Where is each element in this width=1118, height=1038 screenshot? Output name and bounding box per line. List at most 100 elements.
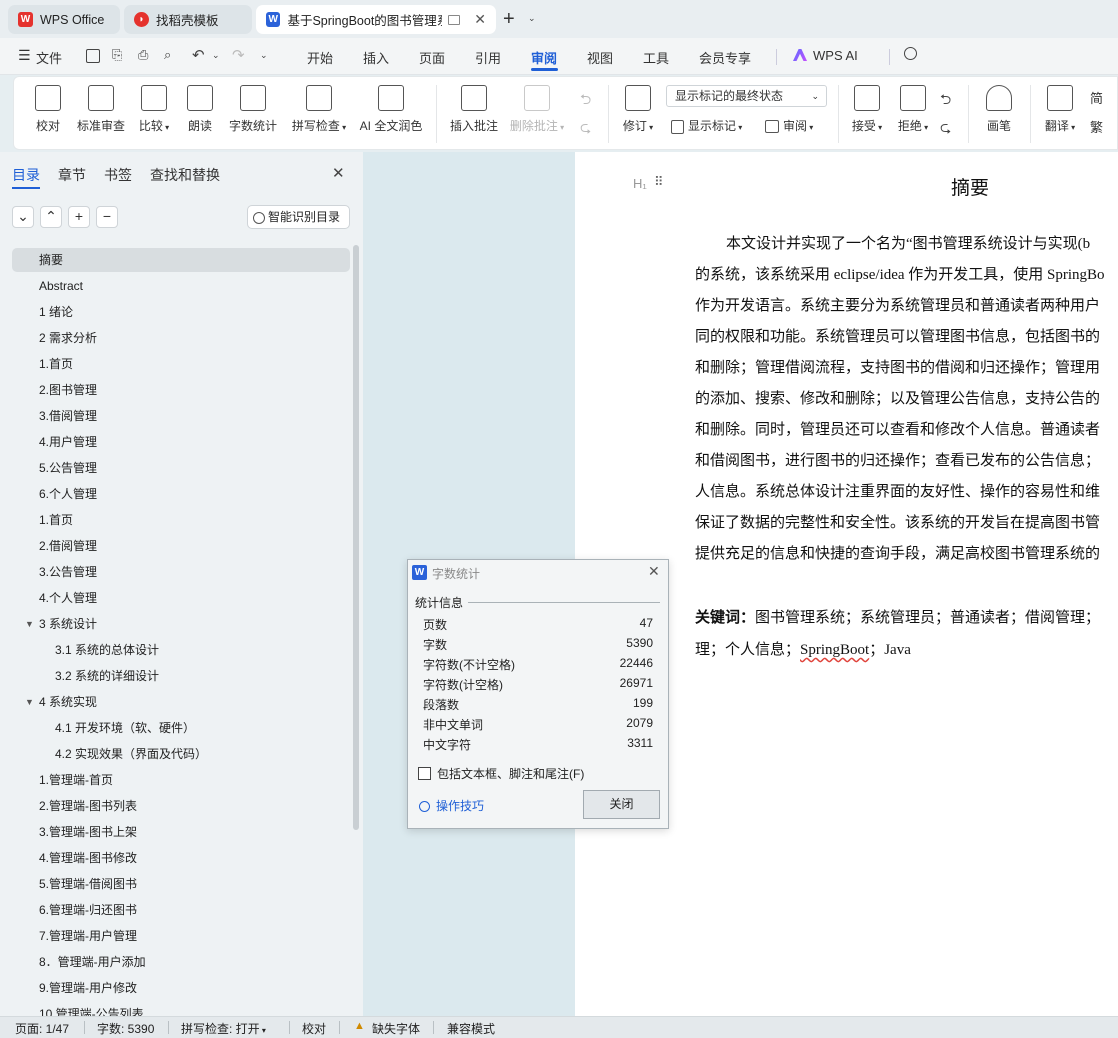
search-icon[interactable] [904,47,917,60]
checkbox-box[interactable] [418,767,431,780]
ai-polish-button[interactable]: AI 全文润色 [357,85,425,134]
smart-toc-button[interactable]: 智能识别目录 [247,205,350,229]
toc-item[interactable]: 6.个人管理 [12,482,350,506]
tab-bookmarks[interactable]: 书签 [104,165,132,185]
toc-item[interactable]: ▼ 3 系统设计 [12,612,350,636]
collapse-all-button[interactable]: ⌃ [40,206,62,228]
previous-change-icon[interactable]: ⮌ [940,89,951,113]
remove-heading-button[interactable]: − [96,206,118,228]
close-icon[interactable]: ✕ [648,563,660,580]
show-markup-button[interactable]: 显示标记 ▾ [671,117,742,134]
toc-item[interactable]: 3.公告管理 [12,560,350,584]
save-icon[interactable] [86,49,100,63]
translate-button[interactable]: 翻译 ▾ [1040,85,1080,134]
delete-comment-button[interactable]: 删除批注 ▾ [508,85,566,134]
drag-handle-icon[interactable]: ⠿ [654,174,663,190]
menu-insert[interactable]: 插入 [363,48,389,67]
scrollbar[interactable] [353,245,359,830]
hamburger-icon[interactable]: ☰ [18,47,31,64]
toc-item[interactable]: 6.管理端-归还图书 [12,898,350,922]
menu-home[interactable]: 开始 [307,48,333,67]
menu-tools[interactable]: 工具 [643,48,669,67]
menu-member[interactable]: 会员专享 [699,48,751,67]
traditional-convert-button[interactable]: 繁 [1090,117,1103,136]
toc-item[interactable]: 4.2 实现效果（界面及代码） [12,742,350,766]
close-button[interactable]: 关闭 [583,790,660,819]
missing-font-indicator[interactable]: 缺失字体 [372,1020,420,1037]
undo-icon[interactable]: ↶ [192,46,205,64]
export-icon[interactable]: ⎘ [112,47,122,63]
toc-item[interactable]: 3.管理端-图书上架 [12,820,350,844]
expand-caret-icon[interactable]: ▼ [25,690,34,714]
close-tab-icon[interactable]: ✕ [474,11,486,28]
menu-reference[interactable]: 引用 [475,48,501,67]
toc-item[interactable]: 4.个人管理 [12,586,350,610]
tab-toc[interactable]: 目录 [12,165,40,185]
toc-item[interactable]: 3.1 系统的总体设计 [12,638,350,662]
tab-document[interactable]: W 基于SpringBoot的图书管理系 ✕ [256,5,496,34]
toc-item[interactable]: 5.管理端-借阅图书 [12,872,350,896]
tab-template[interactable]: ◗ 找稻壳模板 [124,5,252,34]
toc-item[interactable]: 10.管理端-公告列表 [12,1002,350,1016]
page-indicator[interactable]: 页面: 1/47 [15,1020,69,1037]
expand-all-button[interactable]: ⌄ [12,206,34,228]
toc-item[interactable]: 摘要 [12,248,350,272]
new-tab-icon[interactable]: + [503,8,515,31]
toc-item[interactable]: 2.管理端-图书列表 [12,794,350,818]
add-heading-button[interactable]: + [68,206,90,228]
close-pane-icon[interactable]: ✕ [332,164,345,182]
pen-button[interactable]: 画笔 [984,85,1014,134]
toc-item[interactable]: 2.借阅管理 [12,534,350,558]
tab-find-replace[interactable]: 查找和替换 [150,165,220,185]
toc-item[interactable]: 1 绪论 [12,300,350,324]
menu-wps-ai[interactable]: WPS AI [813,48,858,63]
toc-item[interactable]: 4.用户管理 [12,430,350,454]
tab-wps-office[interactable]: W WPS Office [8,5,120,34]
spell-check-button[interactable]: 拼写检查 ▾ [288,85,350,134]
include-notes-checkbox[interactable]: 包括文本框、脚注和尾注(F) [418,765,584,782]
chevron-down-icon[interactable]: ⌄ [260,50,268,61]
insert-comment-button[interactable]: 插入批注 [448,85,500,134]
toc-item[interactable]: 5.公告管理 [12,456,350,480]
expand-caret-icon[interactable]: ▼ [25,612,34,636]
review-pane-button[interactable]: 审阅 ▾ [765,117,813,134]
menu-view[interactable]: 视图 [587,48,613,67]
toc-item[interactable]: 4.1 开发环境（软、硬件） [12,716,350,740]
word-count-indicator[interactable]: 字数: 5390 [97,1020,154,1037]
menu-file[interactable]: 文件 [36,48,62,67]
toc-item[interactable]: 3.2 系统的详细设计 [12,664,350,688]
compare-button[interactable]: 比较 ▾ [134,85,174,134]
simplified-convert-button[interactable]: 简 [1090,88,1103,107]
toc-item[interactable]: Abstract [12,274,350,298]
toc-item[interactable]: 1.管理端-首页 [12,768,350,792]
standard-review-button[interactable]: 标准审查 [74,85,128,134]
print-icon[interactable]: ⎙ [138,47,148,63]
read-aloud-button[interactable]: 朗读 [186,85,214,134]
toc-item[interactable]: 2 需求分析 [12,326,350,350]
word-count-button[interactable]: 字数统计 [226,85,280,134]
track-changes-button[interactable]: 修订 ▾ [618,85,658,134]
spell-check-indicator[interactable]: 拼写检查: 打开 ▾ [181,1020,266,1037]
proofread-button[interactable]: 校对 [34,85,62,134]
markup-select[interactable]: 显示标记的最终状态 ⌄ [666,85,827,107]
accept-button[interactable]: 接受 ▾ [848,85,886,134]
tab-sections[interactable]: 章节 [58,165,86,185]
chevron-down-icon[interactable]: ⌄ [528,13,536,24]
toc-item[interactable]: 4.管理端-图书修改 [12,846,350,870]
print-preview-icon[interactable]: ⌕ [164,47,171,63]
proofread-indicator[interactable]: 校对 [302,1020,326,1037]
toc-item[interactable]: 9.管理端-用户修改 [12,976,350,1000]
tips-link[interactable]: 操作技巧 [419,797,484,814]
toc-item[interactable]: 2.图书管理 [12,378,350,402]
next-change-icon[interactable]: ⮎ [940,117,951,141]
toc-item[interactable]: 8．管理端-用户添加 [12,950,350,974]
chevron-down-icon[interactable]: ⌄ [212,50,220,61]
menu-review[interactable]: 审阅 [531,48,557,67]
toc-item[interactable]: 1.首页 [12,352,350,376]
toc-item[interactable]: 3.借阅管理 [12,404,350,428]
menu-page[interactable]: 页面 [419,48,445,67]
toc-item[interactable]: 1.首页 [12,508,350,532]
toc-item[interactable]: 7.管理端-用户管理 [12,924,350,948]
toc-item[interactable]: ▼ 4 系统实现 [12,690,350,714]
reject-button[interactable]: 拒绝 ▾ [894,85,932,134]
